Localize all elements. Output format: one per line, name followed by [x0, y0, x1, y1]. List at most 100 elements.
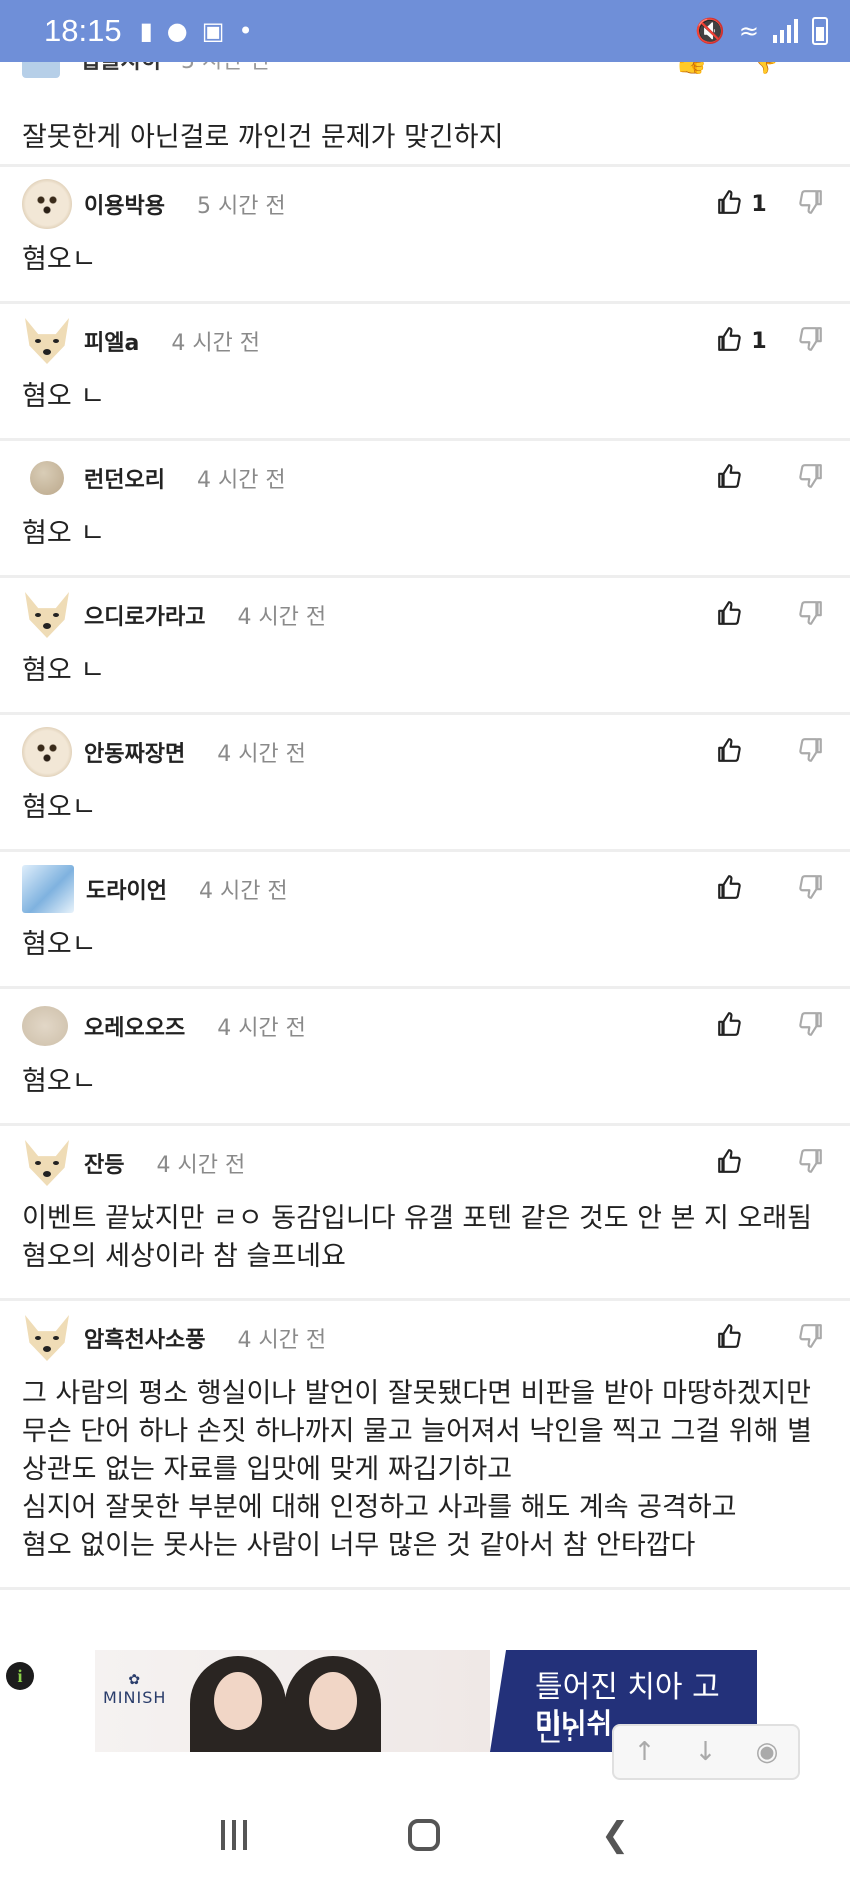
thumbs-up-icon[interactable]	[716, 463, 742, 493]
thumbs-down-icon[interactable]	[798, 600, 824, 630]
comment-item: 이용박용 5 시간 전 1 혐오ㄴ	[0, 167, 850, 304]
ad-photo-panel: ✿ MINISH	[95, 1650, 490, 1752]
arrow-up-icon[interactable]: ↑	[634, 1737, 656, 1767]
comment-body: 혐오ㄴ	[22, 929, 97, 960]
comment-body: 혐오 ㄴ	[22, 518, 106, 549]
comment-item-partial: 힙쿨지히 5 시간 전 👍👎 잘못한게 아닌걸로 까인건 문제가 맞긴하지	[0, 62, 850, 167]
ad-brand-logo: ✿ MINISH	[103, 1672, 166, 1707]
home-icon[interactable]	[407, 1818, 440, 1851]
comment-body: 그 사람의 평소 행실이나 발언이 잘못됐다면 비판을 받아 마땅하겠지만 무슨…	[22, 1378, 812, 1561]
system-nav-bar: ❮	[0, 1780, 850, 1889]
comment-item: 런던오리 4 시간 전혐오 ㄴ	[0, 441, 850, 578]
comment-body: 혐오ㄴ	[22, 244, 97, 275]
battery-icon	[812, 17, 828, 45]
comment-header: 안동짜장면 4 시간 전	[0, 715, 850, 789]
comment-body: 혐오ㄴ	[22, 1066, 97, 1097]
comment-item: 안동짜장면 4 시간 전 혐오ㄴ	[0, 715, 850, 852]
comment-item: 잔등 4 시간 전 이벤트 끝났지만 ㄹㅇ 동감입니다 유갤 포텐 같은 것도 안 …	[0, 1126, 850, 1301]
thumbs-up-icon[interactable]	[716, 737, 742, 767]
comment-author[interactable]: 피엘a	[84, 325, 139, 357]
thumbs-down-icon[interactable]	[798, 1011, 824, 1041]
vote-actions	[716, 1011, 824, 1041]
recent-apps-icon[interactable]	[220, 1819, 247, 1850]
comment-time: 4 시간 전	[237, 1328, 327, 1353]
comment-item: 도라이언 4 시간 전혐오ㄴ	[0, 852, 850, 989]
avatar[interactable]	[22, 179, 72, 229]
comment-author[interactable]: 안동짜장면	[84, 736, 185, 768]
comment-header: 잔등 4 시간 전	[0, 1126, 850, 1200]
avatar[interactable]	[22, 590, 72, 640]
comment-header: 도라이언 4 시간 전	[0, 852, 850, 926]
comment-author[interactable]: 잔등	[84, 1147, 124, 1179]
gallery-notification-icon: ▣	[201, 17, 225, 45]
comment-time: 4 시간 전	[217, 742, 306, 767]
thumbs-down-icon[interactable]	[798, 1148, 824, 1178]
like-count: 1	[751, 191, 767, 217]
thumbs-up-icon[interactable]	[716, 189, 742, 219]
ad-model-image	[190, 1656, 286, 1752]
comment-time: 4 시간 전	[171, 331, 261, 356]
comment-author[interactable]: 힙쿨지히	[80, 62, 161, 75]
avatar[interactable]	[22, 1313, 72, 1363]
comment-time: 4 시간 전	[196, 468, 286, 493]
thumbs-down-icon[interactable]	[798, 737, 824, 767]
comment-time: 4 시간 전	[156, 1153, 246, 1178]
floating-scroll-nav: ↑ ↓ ◉	[612, 1724, 800, 1780]
thumbs-up-icon[interactable]	[716, 1148, 742, 1178]
comment-time: 4 시간 전	[217, 1016, 306, 1041]
comment-body: 잘못한게 아닌걸로 까인건 문제가 맞긴하지	[22, 122, 504, 153]
vote-actions	[716, 1148, 824, 1178]
vote-actions	[716, 600, 824, 630]
comment-header: 이용박용 5 시간 전 1	[0, 167, 850, 241]
avatar[interactable]	[22, 727, 72, 777]
thumbs-down-icon[interactable]	[798, 326, 824, 356]
ad-info-icon[interactable]: i	[6, 1662, 34, 1690]
comment-item: 으디로가라고 4 시간 전 혐오 ㄴ	[0, 578, 850, 715]
status-time: 18:15	[44, 13, 122, 48]
mute-icon: 🔇	[695, 17, 725, 45]
comment-item: 피엘a 4 시간 전 1 혐오 ㄴ	[0, 304, 850, 441]
thumbs-up-icon[interactable]	[716, 1323, 742, 1353]
comment-author[interactable]: 으디로가라고	[84, 599, 205, 631]
thumbs-down-icon[interactable]	[798, 189, 824, 219]
avatar[interactable]	[22, 1006, 68, 1046]
vote-actions	[716, 1323, 824, 1353]
thumbs-down-icon[interactable]	[798, 1323, 824, 1353]
thumbs-down-icon[interactable]	[798, 874, 824, 904]
comment-header: 오레오오즈 4 시간 전	[0, 989, 850, 1063]
vote-actions: 1	[716, 189, 824, 219]
partial-vote-icons: 👍👎	[675, 62, 820, 76]
comment-bubble-icon[interactable]: ◉	[756, 1737, 779, 1767]
thumbs-up-icon[interactable]	[716, 600, 742, 630]
avatar[interactable]	[22, 1138, 72, 1188]
comment-time: 5 시간 전	[196, 194, 286, 219]
ad-brand-mark-icon: ✿	[128, 1672, 142, 1688]
avatar[interactable]	[22, 316, 72, 366]
vote-actions: 1	[716, 326, 824, 356]
comment-author[interactable]: 런던오리	[84, 462, 165, 494]
comment-author[interactable]: 암흑천사소풍	[84, 1322, 205, 1354]
thumbs-up-icon[interactable]	[716, 326, 742, 356]
more-notifications-icon: •	[238, 17, 253, 45]
arrow-down-icon[interactable]: ↓	[695, 1737, 717, 1767]
like-count: 1	[751, 328, 767, 354]
comment-author[interactable]: 오레오오즈	[84, 1010, 185, 1042]
comment-time: 4 시간 전	[198, 879, 288, 904]
thumbs-up-icon[interactable]	[716, 874, 742, 904]
chat-notification-icon: ●	[166, 17, 188, 45]
thumbs-down-icon[interactable]	[798, 463, 824, 493]
comment-feed: 힙쿨지히 5 시간 전 👍👎 잘못한게 아닌걸로 까인건 문제가 맞긴하지 이용…	[0, 62, 850, 1590]
avatar[interactable]	[22, 865, 74, 913]
thumbs-up-icon[interactable]	[716, 1011, 742, 1041]
avatar[interactable]	[30, 461, 64, 495]
back-icon[interactable]: ❮	[601, 1815, 630, 1855]
vote-actions	[716, 737, 824, 767]
comment-author[interactable]: 이용박용	[84, 188, 165, 220]
comment-author[interactable]: 도라이언	[86, 873, 167, 905]
ad-brand-name: MINISH	[103, 1688, 167, 1707]
comment-header: 피엘a 4 시간 전 1	[0, 304, 850, 378]
vote-actions	[716, 463, 824, 493]
comment-header: 런던오리 4 시간 전	[0, 441, 850, 515]
ad-brand-kr: 미니쉬	[535, 1707, 613, 1740]
avatar	[22, 62, 60, 78]
